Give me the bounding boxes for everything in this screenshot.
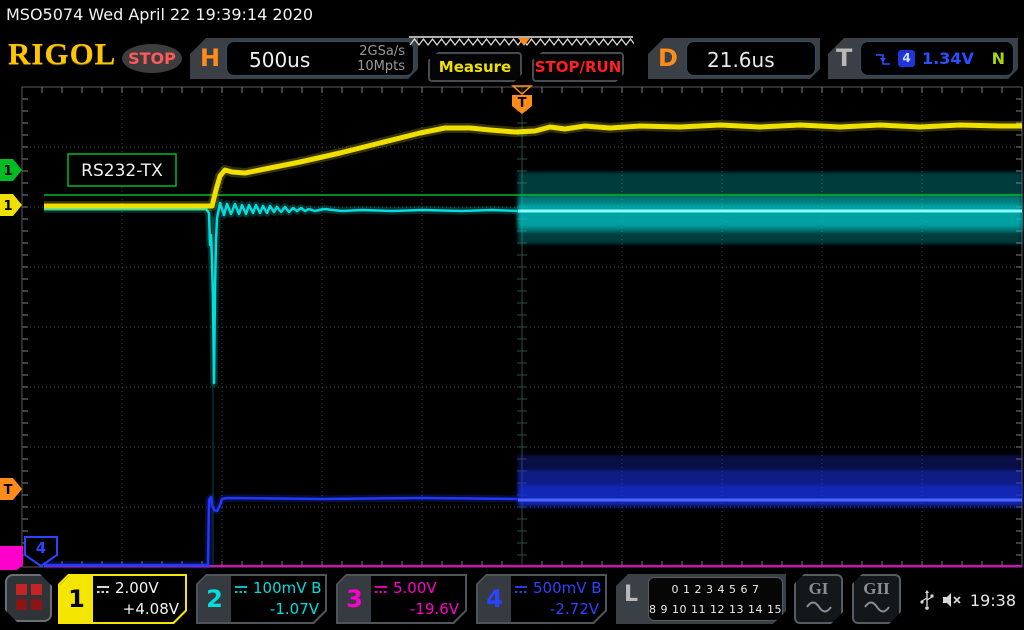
logic-label: L (624, 582, 638, 607)
channel1-box[interactable]: 1 2.00V +4.08V (58, 574, 187, 624)
dc-coupling-icon (374, 585, 389, 594)
channel1-scale: 2.00V (115, 579, 159, 597)
delay-label: D (658, 44, 678, 72)
channel2-box[interactable]: 2 100mV B -1.07V (196, 574, 327, 624)
channel1-offset: +4.08V (96, 599, 179, 620)
trigger-mode: N (992, 49, 1005, 68)
oscilloscope-screen: MSO5074 Wed April 22 19:39:14 2020 RIGOL… (0, 0, 1024, 630)
run-state-indicator[interactable]: STOP (122, 44, 182, 73)
generator1-button[interactable]: GI (794, 574, 843, 624)
clock: 19:38 (970, 591, 1016, 610)
usb-icon (920, 590, 934, 610)
ch2-noise-band (518, 172, 1022, 244)
channel3-offset: -19.6V (374, 599, 459, 620)
delay-settings-box[interactable]: D 21.6us (648, 38, 820, 79)
svg-text:1: 1 (3, 164, 12, 179)
ch2-trace (22, 203, 518, 383)
menu-grid-icon (16, 584, 42, 610)
dc-coupling-icon (96, 585, 111, 594)
channel3-box[interactable]: 3 5.00V -19.6V (336, 574, 467, 624)
svg-text:1: 1 (3, 199, 12, 214)
delay-value: 21.6us (707, 48, 775, 72)
channel4-number-tab: 4 (478, 576, 511, 622)
trigger-label: T (836, 44, 852, 72)
channel3-number-tab: 3 (338, 576, 371, 622)
channel4-offset: -2.72V (514, 599, 599, 620)
horizontal-settings-box[interactable]: H 500us 2GSa/s 10Mpts (190, 38, 418, 79)
decode-bus-marker[interactable]: 1 (0, 159, 22, 181)
toolbar: RIGOL STOP H 500us 2GSa/s 10Mpts Measure… (0, 30, 1024, 85)
ch4-noise-band (518, 455, 1022, 508)
logic-channels-box[interactable]: L 0 1 2 3 4 5 6 7 8 9 10 11 12 13 14 15 (616, 574, 786, 624)
ch1-position-marker[interactable]: 1 (0, 194, 22, 216)
ch3-position-marker[interactable] (0, 547, 22, 570)
horizontal-inner-box: 500us 2GSa/s 10Mpts (226, 41, 414, 76)
model-and-datetime: MSO5074 Wed April 22 19:39:14 2020 (0, 0, 1024, 30)
trigger-source-badge: 4 (898, 50, 915, 67)
status-area: 19:38 (920, 570, 1016, 630)
bottom-bar: 1 2.00V +4.08V 2 100mV B -1.07V 3 5.00 (0, 570, 1024, 630)
rigol-logo: RIGOL (8, 36, 116, 72)
generator2-label: GII (854, 579, 899, 599)
svg-text:4: 4 (36, 539, 46, 557)
sound-muted-icon (942, 592, 962, 608)
trigger-level-value: 1.34V (922, 49, 974, 68)
channel1-number-tab: 1 (60, 576, 93, 622)
trigger-inner-box: 4 1.34V N (860, 41, 1014, 76)
channel4-scale: 500mV (533, 579, 587, 597)
svg-text:RS232-TX: RS232-TX (81, 161, 163, 181)
channel2-scale: 100mV (253, 579, 307, 597)
acquisition-info: 2GSa/s 10Mpts (357, 44, 405, 74)
sine-wave-icon (805, 600, 833, 614)
channel4-box[interactable]: 4 500mV B -2.72V (476, 574, 607, 624)
sine-wave-icon (863, 600, 891, 614)
trigger-level-marker[interactable]: T (0, 478, 22, 500)
generator1-label: GI (796, 579, 841, 599)
generator2-button[interactable]: GII (852, 574, 901, 624)
channel2-offset: -1.07V (234, 599, 319, 620)
trigger-settings-box[interactable]: T 4 1.34V N (828, 38, 1018, 79)
timebase-value: 500us (249, 48, 310, 72)
menu-button[interactable] (5, 574, 52, 622)
measure-button[interactable]: Measure (428, 52, 522, 82)
logic-row-2: 8 9 10 11 12 13 14 15 (649, 600, 782, 620)
memory-depth: 10Mpts (357, 59, 405, 74)
channel3-scale: 5.00V (393, 579, 437, 597)
waveform-position-indicator[interactable] (408, 35, 634, 51)
logic-digit-list: 0 1 2 3 4 5 6 7 8 9 10 11 12 13 14 15 (648, 577, 783, 621)
svg-text:T: T (4, 483, 13, 498)
channel2-number-tab: 2 (198, 576, 231, 622)
waveform-display-area[interactable]: RS232-TX 1 1 T 4 T (0, 85, 1024, 570)
dc-coupling-icon (234, 585, 249, 594)
svg-text:T: T (518, 96, 527, 111)
falling-edge-icon (875, 52, 891, 66)
channel2-bw-limit: B (311, 579, 321, 597)
stop-run-button[interactable]: STOP/RUN (532, 52, 624, 82)
delay-inner-box: 21.6us (686, 41, 816, 76)
logic-row-1: 0 1 2 3 4 5 6 7 (649, 580, 782, 600)
dc-coupling-icon (514, 585, 529, 594)
sample-rate: 2GSa/s (359, 44, 405, 59)
channel4-bw-limit: B (591, 579, 601, 597)
horizontal-label: H (200, 44, 220, 72)
decode-label: RS232-TX (68, 154, 176, 186)
